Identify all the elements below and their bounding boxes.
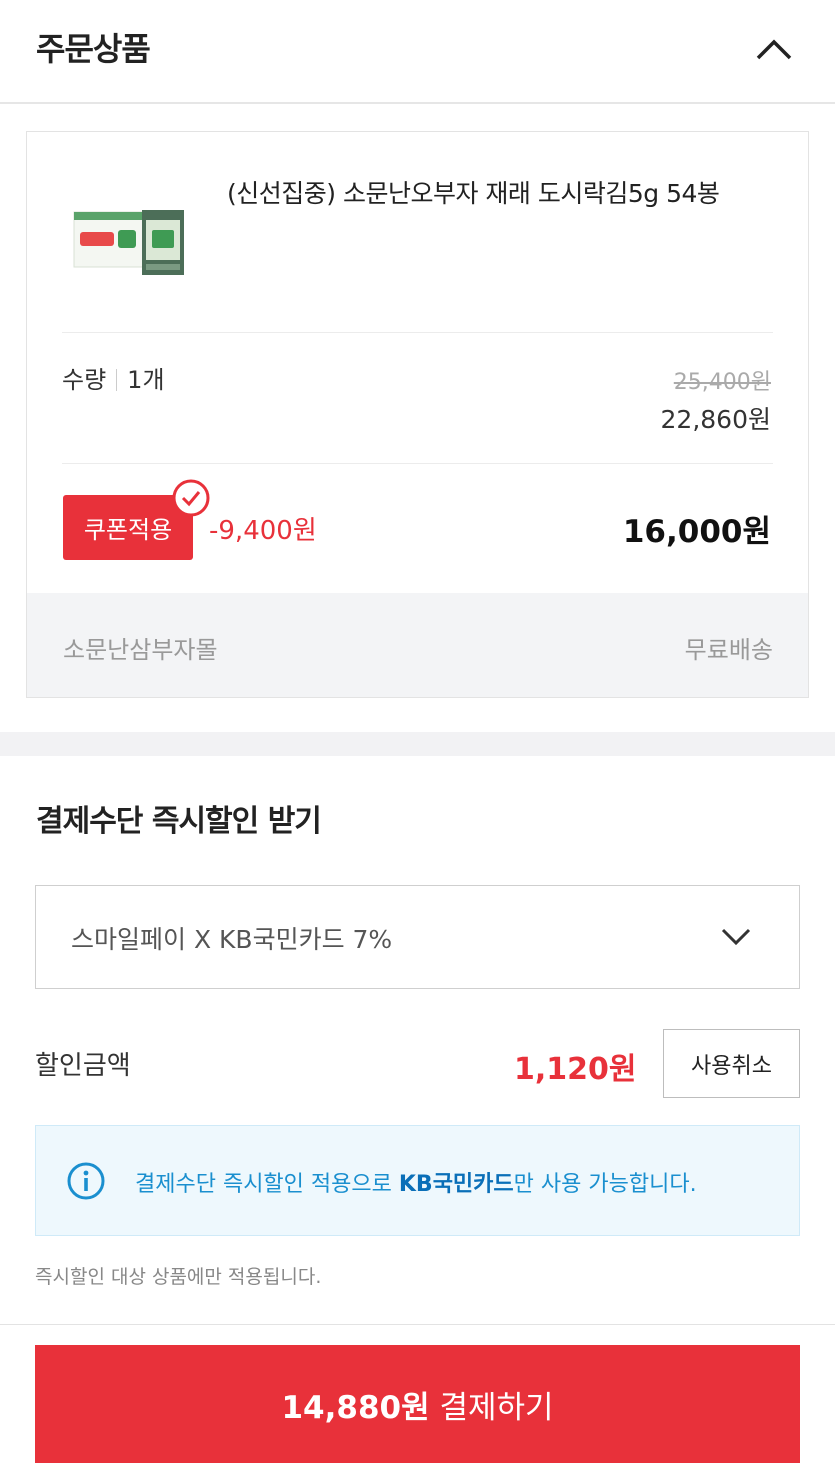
discount-amount: 1,120원 bbox=[514, 1052, 637, 1087]
quantity-row: 수량 1개 bbox=[62, 360, 165, 395]
sale-price: 22,860원 bbox=[660, 405, 771, 434]
order-items-header: 주문상품 bbox=[0, 0, 835, 104]
order-item-card: (신선집중) 소문난오부자 재래 도시락김5g 54봉 수량 1개 25,400원… bbox=[26, 131, 809, 698]
discount-note: 즉시할인 대상 상품에만 적용됩니다. bbox=[35, 1266, 322, 1288]
seller-bar: 소문난삼부자몰 무료배송 bbox=[27, 593, 808, 697]
original-price: 25,400원 bbox=[673, 370, 771, 395]
discount-amount-label: 할인금액 bbox=[35, 1051, 131, 1081]
payment-method-select[interactable]: 스마일페이 X KB국민카드 7% bbox=[35, 885, 800, 989]
info-text-post: 만 사용 가능합니다. bbox=[513, 1172, 697, 1197]
seller-name[interactable]: 소문난삼부자몰 bbox=[63, 630, 218, 665]
checkout-bar: 14,880원 결제하기 bbox=[0, 1324, 835, 1470]
divider bbox=[62, 463, 773, 464]
chevron-up-icon[interactable] bbox=[752, 28, 796, 68]
checkout-button[interactable]: 14,880원 결제하기 bbox=[35, 1345, 800, 1463]
checkout-amount: 14,880원 bbox=[281, 1389, 430, 1426]
info-icon bbox=[66, 1161, 106, 1201]
quantity-label: 수량 bbox=[62, 366, 107, 394]
info-text-pre: 결제수단 즉시할인 적용으로 bbox=[135, 1172, 399, 1197]
product-thumbnail[interactable] bbox=[72, 202, 187, 280]
separator bbox=[116, 369, 118, 391]
page-title: 주문상품 bbox=[36, 30, 151, 68]
quantity-value: 1개 bbox=[127, 366, 165, 394]
check-icon bbox=[171, 478, 211, 518]
divider bbox=[62, 332, 773, 333]
section-divider bbox=[0, 732, 835, 756]
info-notice: 결제수단 즉시할인 적용으로 KB국민카드만 사용 가능합니다. bbox=[35, 1125, 800, 1236]
shipping-info: 무료배송 bbox=[684, 636, 773, 664]
coupon-discount: -9,400원 bbox=[209, 516, 317, 546]
info-text: 결제수단 즉시할인 적용으로 KB국민카드만 사용 가능합니다. bbox=[135, 1166, 697, 1198]
chevron-down-icon bbox=[720, 924, 752, 948]
cancel-discount-button[interactable]: 사용취소 bbox=[663, 1029, 800, 1098]
product-name[interactable]: (신선집중) 소문난오부자 재래 도시락김5g 54봉 bbox=[227, 174, 720, 210]
final-price: 16,000원 bbox=[622, 514, 771, 550]
payment-discount-title: 결제수단 즉시할인 받기 bbox=[36, 804, 322, 839]
selected-payment-option: 스마일페이 X KB국민카드 7% bbox=[71, 925, 393, 954]
info-text-bold: KB국민카드 bbox=[398, 1172, 514, 1197]
checkout-label: 결제하기 bbox=[429, 1389, 554, 1426]
